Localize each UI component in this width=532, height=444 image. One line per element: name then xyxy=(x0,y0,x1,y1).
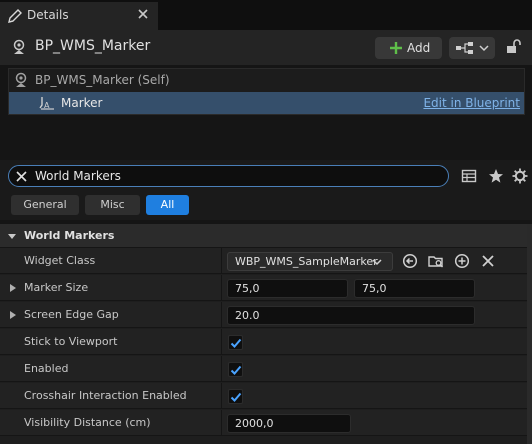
checkmark-icon xyxy=(230,392,242,402)
widget-component-icon: A xyxy=(39,97,54,110)
clear-icon[interactable] xyxy=(480,253,496,269)
checkmark-icon xyxy=(230,365,242,375)
gear-icon[interactable] xyxy=(512,168,528,184)
column-divider xyxy=(221,383,222,409)
property-row-marker-size: Marker Size 75,0 75,0 xyxy=(0,275,532,301)
property-name: Enabled xyxy=(24,362,69,375)
category-world-markers[interactable]: World Markers xyxy=(0,224,532,247)
widget-class-dropdown[interactable]: WBP_WMS_SampleMarker xyxy=(227,252,393,271)
close-icon[interactable] xyxy=(136,7,150,21)
actor-icon xyxy=(13,39,25,54)
star-icon[interactable] xyxy=(488,168,504,184)
pencil-icon xyxy=(8,9,22,23)
tree-item-self-label: BP_WMS_Marker (Self) xyxy=(35,73,170,87)
details-toolbar: World Markers General Misc All xyxy=(0,160,532,220)
widget-class-value: WBP_WMS_SampleMarker xyxy=(235,255,378,268)
column-divider xyxy=(221,356,222,382)
category-label: World Markers xyxy=(24,229,115,242)
marker-size-x-value: 75,0 xyxy=(235,282,260,295)
enabled-checkbox[interactable] xyxy=(228,362,243,377)
property-row-crosshair-interaction: Crosshair Interaction Enabled xyxy=(0,383,532,409)
tab-details[interactable]: Details xyxy=(0,2,158,30)
blueprint-options-button[interactable] xyxy=(449,37,495,59)
search-input[interactable]: World Markers xyxy=(8,165,449,187)
chevron-down-icon xyxy=(479,45,489,52)
property-name: Marker Size xyxy=(24,281,89,294)
property-name: Crosshair Interaction Enabled xyxy=(24,389,187,402)
actor-name: BP_WMS_Marker xyxy=(35,38,151,54)
expand-arrow-icon[interactable] xyxy=(9,311,17,319)
tab-label: Details xyxy=(27,8,69,22)
property-row-screen-edge-gap: Screen Edge Gap 20.0 xyxy=(0,302,532,328)
edit-in-blueprint-link[interactable]: Edit in Blueprint xyxy=(423,96,520,110)
tree-item-marker-label: Marker xyxy=(61,96,103,110)
add-icon[interactable] xyxy=(454,253,470,269)
marker-size-x-input[interactable]: 75,0 xyxy=(227,279,348,298)
filter-all[interactable]: All xyxy=(146,195,189,215)
screen-edge-gap-input[interactable]: 20.0 xyxy=(227,306,475,325)
add-button-label: Add xyxy=(407,41,431,55)
scrollbar[interactable] xyxy=(527,224,532,444)
marker-size-y-input[interactable]: 75,0 xyxy=(354,279,475,298)
property-list: Widget Class WBP_WMS_SampleMarker Marker… xyxy=(0,248,532,444)
property-row-stick-to-viewport: Stick to Viewport xyxy=(0,329,532,355)
filter-general[interactable]: General xyxy=(11,195,79,215)
checkmark-icon xyxy=(230,338,242,348)
close-icon[interactable] xyxy=(15,170,28,183)
property-name: Stick to Viewport xyxy=(24,335,118,348)
property-row-widget-class: Widget Class WBP_WMS_SampleMarker xyxy=(0,248,532,274)
tree-item-marker[interactable]: A Marker Edit in Blueprint xyxy=(9,92,524,114)
visibility-distance-value: 2000,0 xyxy=(235,417,274,430)
stick-to-viewport-checkbox[interactable] xyxy=(228,335,243,350)
blueprint-icon xyxy=(456,42,473,54)
filter-misc[interactable]: Misc xyxy=(85,195,140,215)
lock-icon[interactable] xyxy=(505,38,521,54)
search-value: World Markers xyxy=(35,169,121,183)
add-component-button[interactable]: Add xyxy=(375,37,442,59)
crosshair-interaction-checkbox[interactable] xyxy=(228,389,243,404)
details-header: BP_WMS_Marker Add xyxy=(0,30,532,65)
chevron-down-icon xyxy=(372,259,382,266)
column-divider xyxy=(221,329,222,355)
table-icon[interactable] xyxy=(461,168,477,184)
component-tree: BP_WMS_Marker (Self) A Marker Edit in Bl… xyxy=(8,68,525,115)
actor-icon xyxy=(15,72,27,87)
column-divider xyxy=(221,302,222,328)
use-selected-icon[interactable] xyxy=(402,253,418,269)
expand-arrow-icon[interactable] xyxy=(9,284,17,292)
screen-edge-gap-value: 20.0 xyxy=(235,309,260,322)
property-row-enabled: Enabled xyxy=(0,356,532,382)
browse-folder-icon[interactable] xyxy=(428,253,444,269)
column-divider xyxy=(221,248,222,274)
property-name: Visibility Distance (cm) xyxy=(24,416,151,429)
marker-size-y-value: 75,0 xyxy=(362,282,387,295)
column-divider xyxy=(221,410,222,436)
property-name: Screen Edge Gap xyxy=(24,308,119,321)
property-row-visibility-distance: Visibility Distance (cm) 2000,0 xyxy=(0,410,532,436)
tree-item-self[interactable]: BP_WMS_Marker (Self) xyxy=(9,69,524,91)
tab-bar: Details xyxy=(0,0,532,30)
property-name: Widget Class xyxy=(24,254,96,267)
plus-icon xyxy=(390,42,402,54)
column-divider xyxy=(221,275,222,301)
chevron-down-icon xyxy=(8,234,16,239)
visibility-distance-input[interactable]: 2000,0 xyxy=(227,414,351,433)
